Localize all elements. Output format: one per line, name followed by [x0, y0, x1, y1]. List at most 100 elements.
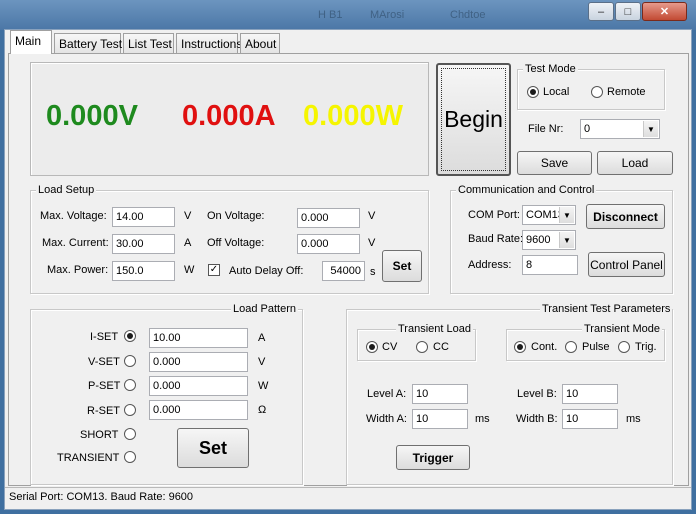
off-voltage-label: Off Voltage:: [207, 237, 265, 249]
width-b-unit: ms: [626, 413, 641, 425]
vset-label: V-SET: [88, 356, 120, 368]
max-power-unit: W: [184, 264, 195, 276]
mode-cont-radio[interactable]: [514, 341, 526, 353]
address-label: Address:: [468, 259, 512, 271]
transient-cc-label: CC: [433, 341, 449, 353]
max-power-label: Max. Power:: [47, 264, 109, 276]
mode-cont-label: Cont.: [531, 341, 558, 353]
status-bar: Serial Port: COM13. Baud Rate: 9600: [5, 487, 691, 509]
level-a-label: Level A:: [367, 388, 407, 400]
tab-instructions[interactable]: Instructions: [176, 33, 242, 53]
status-text: Serial Port: COM13. Baud Rate: 9600: [9, 491, 194, 503]
file-nr-label: File Nr:: [528, 123, 564, 135]
window-title-bar: H B1 MArosi Chdtoe – □ ✕: [0, 0, 696, 30]
auto-delay-checkbox[interactable]: ✓: [208, 264, 220, 276]
mode-pulse-label: Pulse: [582, 341, 610, 353]
minimize-button[interactable]: –: [588, 2, 614, 21]
max-voltage-input[interactable]: 14.00: [112, 207, 175, 227]
width-a-label: Width A:: [366, 413, 407, 425]
comm-title: Communication and Control: [456, 184, 597, 197]
transient-mode-title: Transient Mode: [582, 323, 663, 336]
file-nr-value: 0: [584, 123, 591, 135]
transient-label: TRANSIENT: [57, 452, 120, 464]
vset-radio[interactable]: [124, 355, 136, 367]
mode-trig-radio[interactable]: [618, 341, 630, 353]
tab-about[interactable]: About: [240, 33, 280, 53]
off-voltage-input[interactable]: 0.000: [297, 234, 360, 254]
vset-input[interactable]: 0.000: [149, 352, 248, 372]
com-port-label: COM Port:: [468, 209, 520, 221]
transient-title: Transient Test Parameters: [540, 303, 673, 316]
mode-pulse-radio[interactable]: [565, 341, 577, 353]
level-b-label: Level B:: [517, 388, 557, 400]
iset-unit: A: [258, 332, 266, 344]
auto-delay-input[interactable]: 54000: [322, 261, 365, 281]
tab-list-test[interactable]: List Test: [123, 33, 174, 53]
auto-delay-label: Auto Delay Off:: [229, 265, 304, 277]
test-mode-title: Test Mode: [523, 63, 578, 76]
load-button[interactable]: Load: [597, 151, 673, 175]
rset-radio[interactable]: [124, 404, 136, 416]
auto-delay-unit: s: [370, 266, 376, 278]
begin-button[interactable]: Begin: [436, 63, 511, 176]
max-current-input[interactable]: 30.00: [112, 234, 175, 254]
level-a-input[interactable]: 10: [412, 384, 468, 404]
width-a-input[interactable]: 10: [412, 409, 468, 429]
transient-load-title: Transient Load: [396, 323, 473, 336]
checkmark-icon: ✓: [209, 264, 219, 275]
max-current-unit: A: [184, 237, 192, 249]
title-fragment-3: Chdtoe: [450, 9, 486, 21]
transient-radio[interactable]: [124, 451, 136, 463]
off-voltage-unit: V: [368, 237, 376, 249]
pset-label: P-SET: [88, 380, 121, 392]
pset-radio[interactable]: [124, 379, 136, 391]
chevron-down-icon: ▼: [559, 232, 574, 248]
max-voltage-unit: V: [184, 210, 192, 222]
iset-label: I-SET: [90, 331, 119, 343]
iset-radio[interactable]: [124, 330, 136, 342]
local-radio[interactable]: [527, 86, 539, 98]
load-setup-set-button[interactable]: Set: [382, 250, 422, 282]
close-icon: ✕: [659, 6, 670, 18]
on-voltage-unit: V: [368, 210, 376, 222]
file-nr-dropdown[interactable]: 0 ▼: [580, 119, 660, 139]
control-panel-button[interactable]: Control Panel: [588, 252, 665, 277]
tab-battery-test[interactable]: Battery Test: [54, 33, 122, 53]
transient-cv-radio[interactable]: [366, 341, 378, 353]
rset-input[interactable]: 0.000: [149, 400, 248, 420]
max-current-label: Max. Current:: [42, 237, 109, 249]
width-b-input[interactable]: 10: [562, 409, 618, 429]
disconnect-button[interactable]: Disconnect: [586, 204, 665, 229]
iset-input[interactable]: 10.00: [149, 328, 248, 348]
tab-main[interactable]: Main: [10, 30, 52, 54]
address-input[interactable]: 8: [522, 255, 578, 275]
title-fragment-1: H B1: [318, 9, 343, 21]
on-voltage-input[interactable]: 0.000: [297, 208, 360, 228]
minimize-icon: –: [597, 5, 605, 18]
voltage-reading: 0.000V: [46, 100, 138, 132]
rset-unit: Ω: [258, 404, 267, 416]
maximize-button[interactable]: □: [615, 2, 641, 21]
chevron-down-icon: ▼: [643, 121, 658, 137]
trigger-button[interactable]: Trigger: [396, 445, 470, 470]
short-radio[interactable]: [124, 428, 136, 440]
local-label: Local: [543, 86, 570, 98]
load-pattern-set-button[interactable]: Set: [177, 428, 249, 468]
mode-trig-label: Trig.: [635, 341, 657, 353]
max-power-input[interactable]: 150.0: [112, 261, 175, 281]
pset-input[interactable]: 0.000: [149, 376, 248, 396]
load-pattern-title: Load Pattern: [231, 303, 298, 316]
load-setup-title: Load Setup: [36, 184, 97, 197]
width-b-label: Width B:: [516, 413, 558, 425]
transient-cc-radio[interactable]: [416, 341, 428, 353]
save-button[interactable]: Save: [517, 151, 592, 175]
current-reading: 0.000A: [182, 100, 276, 132]
maximize-icon: □: [624, 5, 632, 18]
remote-radio[interactable]: [591, 86, 603, 98]
width-a-unit: ms: [475, 413, 490, 425]
com-port-dropdown[interactable]: COM13 ▼: [522, 205, 576, 225]
level-b-input[interactable]: 10: [562, 384, 618, 404]
close-button[interactable]: ✕: [642, 2, 687, 21]
short-label: SHORT: [80, 429, 119, 441]
baud-rate-dropdown[interactable]: 9600 ▼: [522, 230, 576, 250]
